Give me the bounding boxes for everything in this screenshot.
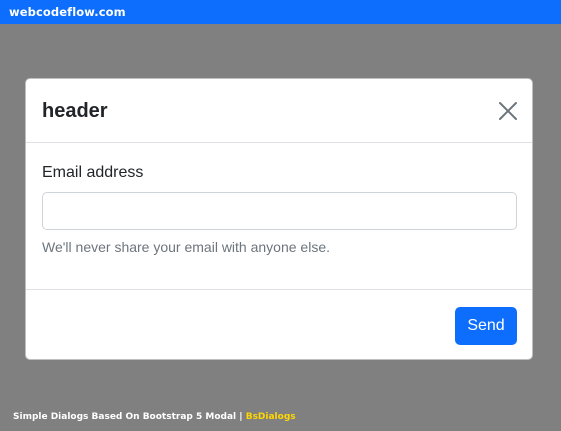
site-banner: webcodeflow.com xyxy=(0,0,561,24)
email-help-text: We'll never share your email with anyone… xyxy=(42,239,330,255)
page-caption: Simple Dialogs Based On Bootstrap 5 Moda… xyxy=(13,412,296,422)
modal-body: Email address We'll never share your ema… xyxy=(26,143,532,289)
modal-footer: Send xyxy=(26,289,532,359)
site-brand[interactable]: webcodeflow.com xyxy=(9,5,126,19)
caption-plugin-name[interactable]: BsDialogs xyxy=(246,412,296,422)
modal-header: header xyxy=(26,79,532,143)
caption-separator: | xyxy=(239,412,243,422)
send-button[interactable]: Send xyxy=(455,307,517,345)
email-label: Email address xyxy=(42,164,144,181)
close-icon xyxy=(496,99,520,123)
close-button[interactable] xyxy=(496,99,520,123)
email-field[interactable] xyxy=(42,192,517,230)
modal-title: header xyxy=(42,100,108,122)
modal-dialog: header Email address We'll never share y… xyxy=(25,78,533,360)
caption-text: Simple Dialogs Based On Bootstrap 5 Moda… xyxy=(13,412,237,422)
